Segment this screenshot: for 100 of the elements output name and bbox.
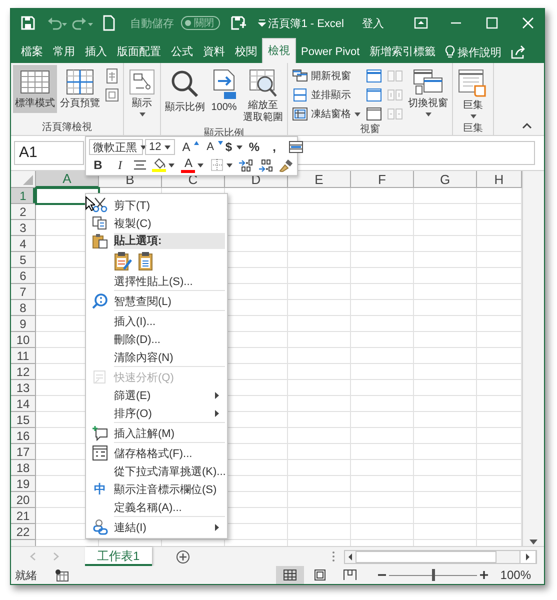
ribbon-button[interactable]: 顯示 <box>126 65 158 119</box>
sign-in-link[interactable]: 登入 <box>362 16 384 30</box>
new-window-icon[interactable] <box>292 69 308 83</box>
ribbon-tab[interactable]: 檔案 <box>16 41 48 63</box>
paste-formatting-icon[interactable] <box>114 251 132 271</box>
magnifier-icon[interactable] <box>169 68 201 100</box>
font-color-button[interactable]: A <box>180 156 206 174</box>
caret-icon[interactable] <box>424 112 432 117</box>
caret-icon[interactable] <box>470 114 476 119</box>
ribbon-button[interactable]: 巨集 <box>455 65 491 121</box>
caret-icon[interactable] <box>138 112 146 117</box>
column-header[interactable]: H <box>477 171 522 188</box>
paintbrush-icon[interactable] <box>278 158 294 172</box>
caret-icon[interactable] <box>226 162 233 168</box>
caret-icon[interactable] <box>168 162 176 168</box>
windows-icon[interactable] <box>412 68 444 96</box>
menu-item[interactable]: 選擇性貼上(S)... <box>86 272 227 290</box>
caret-icon[interactable] <box>236 144 244 150</box>
menu-item[interactable]: 從下拉式清單挑選(K)... <box>86 462 227 480</box>
menu-item[interactable]: 中 顯示注音標示欄位(S) <box>86 480 227 498</box>
currency-button[interactable]: $ <box>225 138 244 156</box>
horizontal-scrollbar[interactable] <box>344 550 537 564</box>
clipboard-icon[interactable] <box>138 251 154 271</box>
freeze-icon[interactable] <box>292 107 308 121</box>
split-icon[interactable] <box>366 69 382 83</box>
fill-color-button[interactable] <box>151 156 176 174</box>
window-icon[interactable] <box>366 88 382 102</box>
macro-icon[interactable] <box>457 68 489 98</box>
sheet-tab[interactable]: 工作表1 <box>85 547 152 566</box>
percent-button[interactable]: % <box>245 138 264 156</box>
splitter-icon[interactable] <box>332 551 335 562</box>
zoom-level[interactable]: 100% <box>500 568 531 582</box>
grid-icon[interactable] <box>19 68 51 96</box>
center-align-icon[interactable] <box>133 159 147 171</box>
ribbon-tab[interactable]: 校閱 <box>230 41 262 63</box>
menu-item[interactable]: 儲存格格式(F)... <box>86 444 227 462</box>
ribbon-button[interactable]: 並排顯示 <box>292 87 361 103</box>
menu-item[interactable]: 排序(O) <box>86 404 227 422</box>
row-header[interactable]: 1 <box>11 188 35 204</box>
redo-icon[interactable] <box>72 15 94 31</box>
page-grid-icon[interactable] <box>64 68 96 96</box>
increase-decimal-icon[interactable] <box>238 158 254 172</box>
share-icon[interactable] <box>510 45 526 59</box>
ribbon-tab[interactable]: 資料 <box>198 41 230 63</box>
ribbon-tab[interactable]: 新增索引標籤 <box>364 41 441 63</box>
save-icon[interactable] <box>20 15 36 31</box>
maximize-icon[interactable] <box>486 17 498 29</box>
caret-icon[interactable] <box>164 144 172 150</box>
menu-item[interactable]: 插入(I)... <box>86 312 227 330</box>
grow-font-button[interactable]: A <box>177 138 200 156</box>
undo-icon[interactable] <box>46 15 68 31</box>
customize-icon[interactable] <box>258 19 266 27</box>
ribbon-button[interactable]: 顯示比例 <box>163 65 207 116</box>
arrange-icon[interactable] <box>292 88 308 102</box>
caret-icon[interactable] <box>354 112 361 116</box>
ribbon-tab[interactable]: 檢視 <box>262 38 296 63</box>
ribbon-button[interactable]: 開新視窗 <box>292 68 361 84</box>
menu-item[interactable]: 複製(C) <box>86 214 227 232</box>
ribbon-tab[interactable]: 版面配置 <box>112 41 166 63</box>
table-format-icon[interactable] <box>289 141 304 153</box>
ribbon-button[interactable]: 縮放至 選取範圍 <box>241 65 285 126</box>
name-box[interactable]: A1 <box>14 141 84 165</box>
zoom-selection-icon[interactable] <box>248 68 278 98</box>
page-frame-icon[interactable] <box>105 87 119 103</box>
menu-item[interactable]: 定義名稱(A)... <box>86 498 227 516</box>
ribbon-button[interactable]: 分頁預覽 <box>58 65 102 113</box>
window-icon[interactable] <box>366 107 382 121</box>
zoom-out-icon[interactable] <box>378 571 386 579</box>
collapse-ribbon-icon[interactable] <box>522 122 532 129</box>
tell-me-button[interactable]: 操作說明 <box>444 41 502 63</box>
ribbon-button[interactable]: 凍結窗格 <box>292 106 361 122</box>
caret-icon[interactable] <box>140 144 147 150</box>
column-header[interactable]: F <box>351 171 414 188</box>
font-size-dropdown[interactable]: 12 <box>145 139 176 155</box>
menu-item[interactable]: 智慧查閱(L) <box>86 292 227 310</box>
caret-icon[interactable] <box>197 162 204 168</box>
shrink-font-button[interactable]: A <box>201 138 224 156</box>
ribbon-button[interactable]: 標準模式 <box>13 65 57 113</box>
add-sheet-icon[interactable] <box>176 550 190 564</box>
page-icon[interactable] <box>105 68 119 84</box>
italic-button[interactable]: I <box>111 156 129 174</box>
close-icon[interactable] <box>522 17 534 29</box>
menu-item[interactable]: 連結(I) <box>86 518 227 536</box>
view-button[interactable] <box>276 566 304 584</box>
column-header[interactable]: E <box>288 171 351 188</box>
borders-button[interactable] <box>210 156 234 174</box>
new-file-icon[interactable] <box>102 15 116 31</box>
ribbon-tab[interactable]: Power Pivot <box>296 41 365 63</box>
comma-button[interactable]: , <box>265 138 284 156</box>
menu-item[interactable]: 刪除(D)... <box>86 330 227 348</box>
ribbon-tab[interactable]: 插入 <box>80 41 112 63</box>
ribbon-button[interactable]: 切換視窗 <box>406 65 450 119</box>
bold-button[interactable]: B <box>89 156 107 174</box>
ribbon-display-icon[interactable] <box>414 17 428 29</box>
save-as-icon[interactable] <box>230 15 248 31</box>
ribbon-tab[interactable]: 公式 <box>166 41 198 63</box>
decrease-decimal-icon[interactable] <box>258 158 274 172</box>
ribbon-button[interactable]: 100% <box>208 65 240 116</box>
menu-item[interactable]: 插入註解(M) <box>86 424 227 442</box>
shapes-icon[interactable] <box>128 68 156 96</box>
